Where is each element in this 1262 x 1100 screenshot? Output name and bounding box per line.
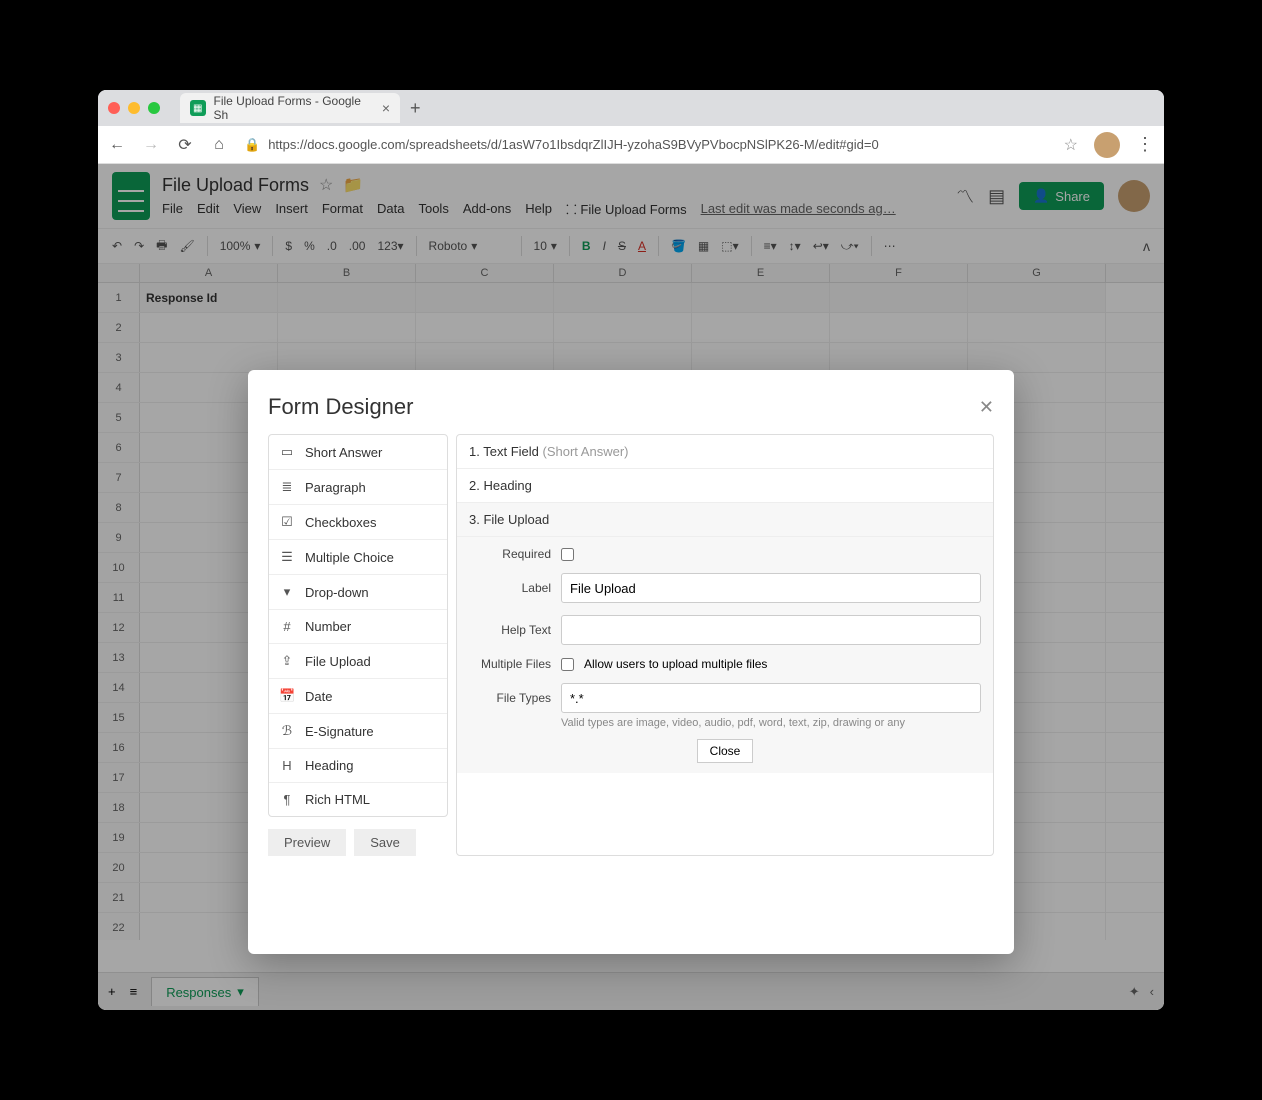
type-icon: ⇪ xyxy=(279,653,295,669)
dialog-close-icon[interactable]: ✕ xyxy=(979,397,994,418)
filetypes-input[interactable] xyxy=(561,683,981,713)
type-label: File Upload xyxy=(305,654,371,669)
minimize-window-icon[interactable] xyxy=(128,102,140,114)
filetypes-label: File Types xyxy=(469,691,551,705)
type-label: Heading xyxy=(305,758,353,773)
lock-icon: 🔒 xyxy=(244,137,260,153)
type-label: Drop-down xyxy=(305,585,369,600)
type-icon: H xyxy=(279,758,295,773)
tab-close-icon[interactable]: × xyxy=(382,100,390,116)
file-upload-settings: Required Label Help Text Multiple F xyxy=(457,537,993,773)
maximize-window-icon[interactable] xyxy=(148,102,160,114)
bookmark-icon[interactable]: ☆ xyxy=(1064,135,1078,155)
type-label: Multiple Choice xyxy=(305,550,394,565)
home-button[interactable]: ⌂ xyxy=(210,136,228,154)
type-icon: ☑ xyxy=(279,514,295,530)
address-bar: ← → ⟳ ⌂ 🔒 https://docs.google.com/spread… xyxy=(98,126,1164,164)
preview-button[interactable]: Preview xyxy=(268,829,346,856)
sheets-favicon-icon: ▦ xyxy=(190,100,206,116)
save-button[interactable]: Save xyxy=(354,829,416,856)
help-text-label: Help Text xyxy=(469,623,551,637)
type-label: Short Answer xyxy=(305,445,382,460)
tab-title: File Upload Forms - Google Sh xyxy=(214,94,374,122)
field-type-heading[interactable]: H Heading xyxy=(269,749,447,783)
form-designer-dialog: Form Designer ✕ ▭ Short Answer ≣ Paragraph ☑… xyxy=(248,370,1014,954)
browser-tab[interactable]: ▦ File Upload Forms - Google Sh × xyxy=(180,93,400,123)
back-button[interactable]: ← xyxy=(108,136,126,154)
sheets-app: File Upload Forms ☆ 📁 File Edit View Ins… xyxy=(98,164,1164,1010)
field-type-date[interactable]: 📅 Date xyxy=(269,679,447,714)
item-heading[interactable]: 2. Heading xyxy=(457,469,993,503)
browser-window: ▦ File Upload Forms - Google Sh × + ← → … xyxy=(98,90,1164,1010)
type-icon: ▾ xyxy=(279,584,295,600)
type-icon: 📅 xyxy=(279,688,295,704)
required-checkbox[interactable] xyxy=(561,548,574,561)
item-file-upload[interactable]: 3. File Upload xyxy=(457,503,993,537)
type-icon: ≣ xyxy=(279,479,295,495)
profile-avatar[interactable] xyxy=(1094,132,1120,158)
close-window-icon[interactable] xyxy=(108,102,120,114)
url-field[interactable]: 🔒 https://docs.google.com/spreadsheets/d… xyxy=(244,137,1048,153)
type-label: E-Signature xyxy=(305,724,374,739)
field-type-drop-down[interactable]: ▾ Drop-down xyxy=(269,575,447,610)
type-icon: ☰ xyxy=(279,549,295,565)
new-tab-button[interactable]: + xyxy=(410,98,421,119)
type-icon: ▭ xyxy=(279,444,295,460)
type-label: Date xyxy=(305,689,332,704)
field-types-list: ▭ Short Answer ≣ Paragraph ☑ Checkboxes ☰ Multi… xyxy=(268,434,448,817)
multi-label: Multiple Files xyxy=(469,657,551,671)
type-label: Paragraph xyxy=(305,480,366,495)
field-type-e-signature[interactable]: ℬ E-Signature xyxy=(269,714,447,749)
type-label: Rich HTML xyxy=(305,792,370,807)
type-icon: ¶ xyxy=(279,792,295,807)
field-type-number[interactable]: # Number xyxy=(269,610,447,644)
form-items-panel: 1. Text Field (Short Answer) 2. Heading … xyxy=(456,434,994,856)
field-type-file-upload[interactable]: ⇪ File Upload xyxy=(269,644,447,679)
required-label: Required xyxy=(469,547,551,561)
multi-text: Allow users to upload multiple files xyxy=(584,657,767,671)
url-text: https://docs.google.com/spreadsheets/d/1… xyxy=(268,137,879,152)
multi-checkbox[interactable] xyxy=(561,658,574,671)
field-type-multiple-choice[interactable]: ☰ Multiple Choice xyxy=(269,540,447,575)
dialog-title: Form Designer xyxy=(268,394,413,420)
reload-button[interactable]: ⟳ xyxy=(176,135,194,155)
item-close-button[interactable]: Close xyxy=(697,739,754,763)
type-label: Number xyxy=(305,619,351,634)
type-icon: ℬ xyxy=(279,723,295,739)
label-label: Label xyxy=(469,581,551,595)
traffic-lights xyxy=(108,102,160,114)
type-label: Checkboxes xyxy=(305,515,377,530)
titlebar: ▦ File Upload Forms - Google Sh × + xyxy=(98,90,1164,126)
browser-menu-icon[interactable]: ⋮ xyxy=(1136,134,1154,155)
field-type-paragraph[interactable]: ≣ Paragraph xyxy=(269,470,447,505)
field-type-short-answer[interactable]: ▭ Short Answer xyxy=(269,435,447,470)
type-icon: # xyxy=(279,619,295,634)
item-text-field[interactable]: 1. Text Field (Short Answer) xyxy=(457,435,993,469)
field-type-checkboxes[interactable]: ☑ Checkboxes xyxy=(269,505,447,540)
field-type-rich-html[interactable]: ¶ Rich HTML xyxy=(269,783,447,816)
help-text-input[interactable] xyxy=(561,615,981,645)
label-input[interactable] xyxy=(561,573,981,603)
forward-button[interactable]: → xyxy=(142,136,160,154)
filetypes-hint: Valid types are image, video, audio, pdf… xyxy=(561,717,981,729)
